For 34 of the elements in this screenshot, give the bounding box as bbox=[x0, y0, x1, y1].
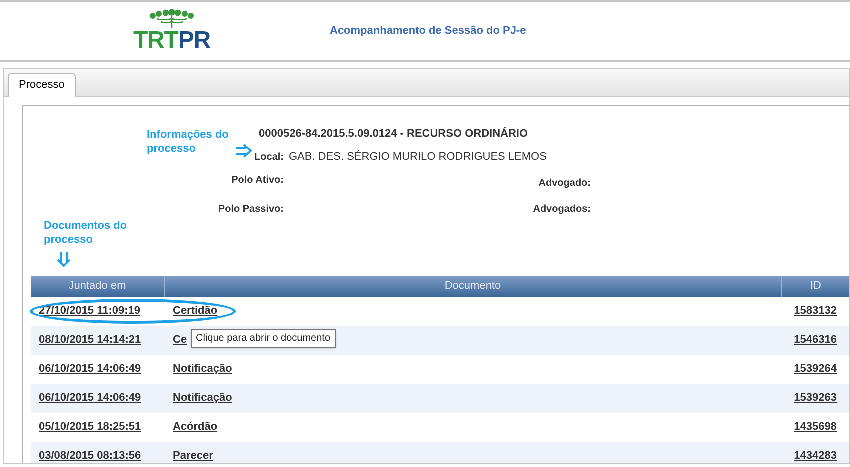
id-link[interactable]: 1539263 bbox=[794, 392, 837, 404]
field-label: Local: bbox=[254, 152, 284, 162]
id-link[interactable]: 1435698 bbox=[794, 421, 837, 434]
arrow-icon bbox=[56, 251, 72, 267]
document-link[interactable]: Parecer bbox=[173, 450, 214, 462]
date-link[interactable]: 03/08/2015 08:13:56 bbox=[39, 450, 142, 462]
document-link[interactable]: Notificação bbox=[173, 392, 232, 404]
field-label: Polo Ativo: bbox=[232, 174, 284, 186]
id-link[interactable]: 1434283 bbox=[794, 450, 837, 462]
annotation-text: Documentos do processo bbox=[44, 219, 128, 247]
date-link[interactable]: 08/10/2015 14:14:21 bbox=[39, 334, 142, 346]
document-link[interactable]: Certidão bbox=[173, 305, 218, 318]
annotation-text: Informações do processo bbox=[147, 128, 230, 156]
date-link[interactable]: 05/10/2015 18:25:51 bbox=[39, 421, 142, 434]
document-link[interactable]: Notificação bbox=[173, 363, 232, 376]
id-link[interactable]: 1546316 bbox=[794, 334, 837, 346]
logo-text: TRTPR bbox=[134, 29, 210, 53]
arrow-icon bbox=[235, 143, 253, 159]
tree-icon bbox=[149, 9, 195, 29]
date-link[interactable]: 06/10/2015 14:06:49 bbox=[39, 363, 142, 376]
id-link[interactable]: 1539264 bbox=[794, 363, 837, 376]
date-link[interactable]: 06/10/2015 14:06:49 bbox=[39, 392, 142, 404]
date-link[interactable]: 27/10/2015 11:09:19 bbox=[39, 305, 141, 318]
field-label: Advogado: bbox=[538, 178, 591, 188]
page-title: Acompanhamento de Sessão do PJ-e bbox=[330, 24, 526, 39]
id-link[interactable]: 1583132 bbox=[794, 305, 837, 318]
tooltip: Clique para abrir o documento bbox=[191, 329, 336, 348]
tab[interactable]: Processo bbox=[8, 73, 76, 97]
field-label: Advogados: bbox=[533, 204, 591, 215]
process-title: 0000526-84.2015.5.09.0124 - RECURSO ORDINÁRIO bbox=[259, 126, 530, 142]
field-label: Polo Passivo: bbox=[218, 204, 284, 215]
field-value: GAB. DES. SÉRGIO MURILO RODRIGUES LEMOS bbox=[289, 150, 548, 164]
document-link[interactable]: Acórdão bbox=[173, 421, 218, 434]
document-link[interactable]: Ce bbox=[173, 334, 188, 346]
